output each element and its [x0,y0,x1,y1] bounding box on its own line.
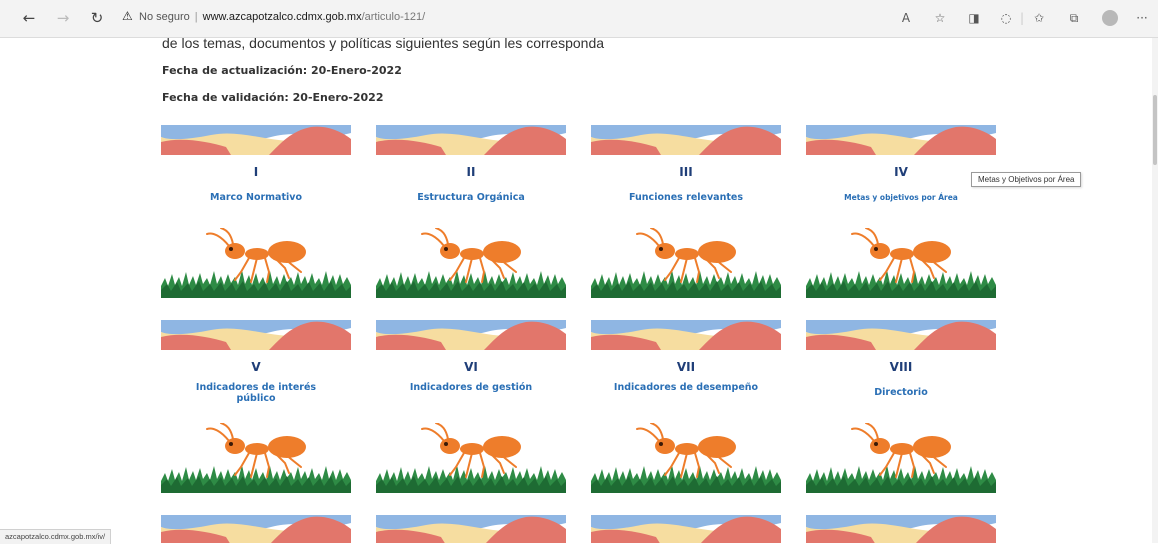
ant-image [806,423,996,493]
intro-text: de los temas, documentos y políticas sig… [162,38,605,51]
banner-image [806,125,996,155]
ant-image [161,228,351,298]
ant-image [806,228,996,298]
card-label[interactable]: Estructura Orgánica [391,192,551,203]
url-path: /articulo-121/ [361,11,426,23]
tooltip: Metas y Objetivos por Área [971,172,1082,187]
card-vii[interactable]: VII Indicadores de desempeño [591,320,781,495]
card-roman: VIII [889,360,913,374]
favorite-add-icon[interactable]: ☆ [932,10,948,26]
ant-image [591,228,781,298]
validation-date: Fecha de validación: 20-Enero-2022 [162,91,384,104]
banner-image-row3-2[interactable] [376,515,566,543]
more-icon[interactable]: ··· [1134,10,1150,26]
card-roman: I [253,165,259,179]
card-label[interactable]: Indicadores de interés público [176,382,336,404]
card-roman: VI [464,360,478,374]
refresh-circle-icon[interactable]: ◌ [998,10,1014,26]
card-roman: III [679,165,693,179]
banner-image [591,125,781,155]
banner-image [161,125,351,155]
browser-toolbar: ← → ↻ ⚠ No seguro | www.azcapotzalco.cdmx.… [0,0,1158,38]
banner-image [376,320,566,350]
card-label[interactable]: Indicadores de desempeño [606,382,766,393]
read-aloud-icon[interactable]: A [898,10,914,26]
card-label[interactable]: Indicadores de gestión [391,382,551,393]
extension-icon[interactable]: ◨ [966,10,982,26]
card-roman: IV [894,165,908,179]
ant-image [161,423,351,493]
ant-image [591,423,781,493]
scrollbar[interactable] [1152,38,1158,543]
card-roman: V [251,360,261,374]
separator: | [194,11,198,23]
banner-image [161,320,351,350]
card-roman: II [466,165,476,179]
card-label[interactable]: Metas y objetivos por Área [821,192,981,203]
banner-image-row3-4[interactable] [806,515,996,543]
card-iii[interactable]: III Funciones relevantes [591,125,781,300]
page-content: de los temas, documentos y políticas sig… [0,38,1158,543]
back-icon[interactable]: ← [19,8,39,28]
profile-icon[interactable] [1102,10,1118,26]
refresh-icon[interactable]: ↻ [87,8,107,28]
security-label: No seguro [139,11,190,23]
status-bar-url: azcapotzalco.cdmx.gob.mx/iv/ [0,529,112,544]
ant-image [376,423,566,493]
url-host: www.azcapotzalco.cdmx.gob.mx [202,11,362,23]
banner-image [591,320,781,350]
banner-image-row3-1[interactable] [161,515,351,543]
forward-icon[interactable]: → [53,8,73,28]
card-vi[interactable]: VI Indicadores de gestión [376,320,566,495]
banner-image [806,320,996,350]
address-text[interactable]: No seguro | www.azcapotzalco.cdmx.gob.mx/a… [139,11,425,23]
card-viii[interactable]: VIII Directorio [806,320,996,495]
card-iv[interactable]: IV Metas y objetivos por Área [806,125,996,300]
not-secure-warning-icon[interactable]: ⚠ [122,9,133,23]
card-v[interactable]: V Indicadores de interés público [161,320,351,495]
update-date: Fecha de actualización: 20-Enero-2022 [162,64,402,77]
favorites-icon[interactable]: ✩ [1031,10,1047,26]
card-ii[interactable]: II Estructura Orgánica [376,125,566,300]
card-roman: VII [676,360,696,374]
card-label[interactable]: Funciones relevantes [606,192,766,203]
scrollbar-thumb[interactable] [1153,95,1157,165]
toolbar-divider: | [1019,11,1025,25]
banner-image-row3-3[interactable] [591,515,781,543]
collections-icon[interactable]: ⧉ [1066,10,1082,26]
banner-image [376,125,566,155]
ant-image [376,228,566,298]
card-label[interactable]: Directorio [821,387,981,398]
card-label[interactable]: Marco Normativo [176,192,336,203]
card-i[interactable]: I Marco Normativo [161,125,351,300]
